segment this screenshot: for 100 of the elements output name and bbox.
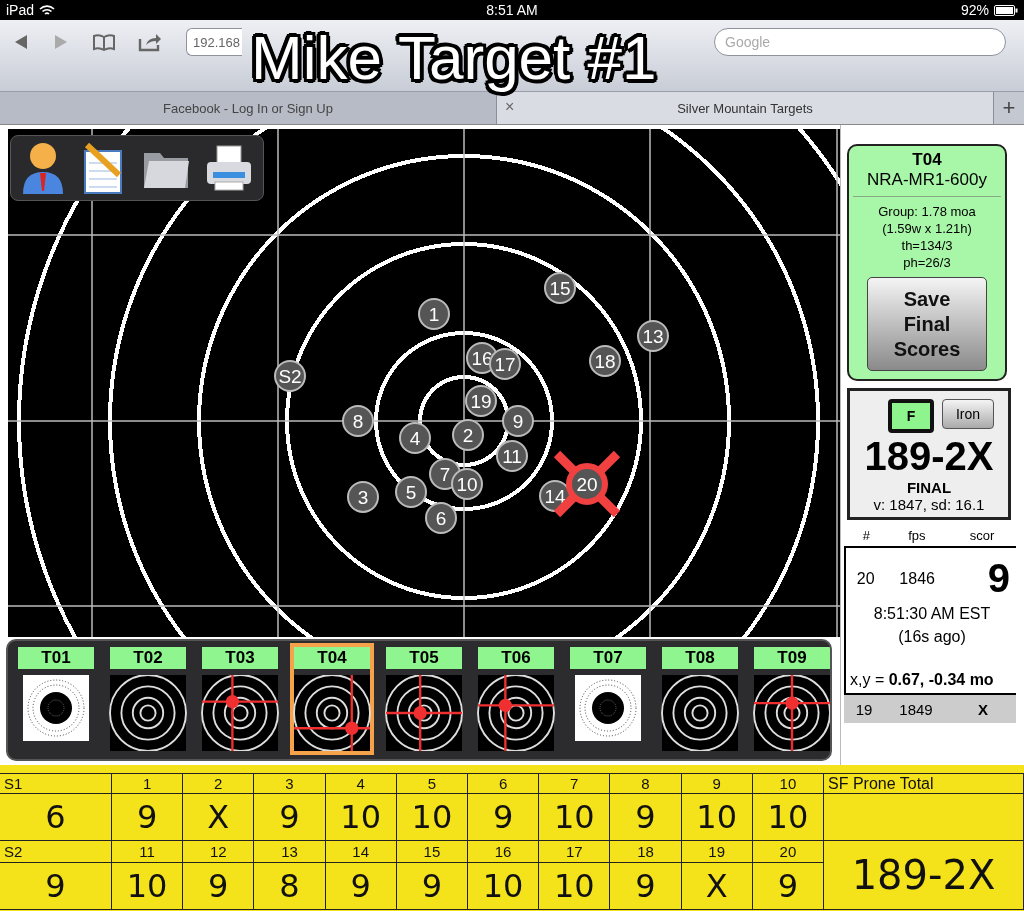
target-thumbnail[interactable]: T08	[658, 643, 742, 755]
shot-marker[interactable]: 15	[544, 272, 576, 304]
shot-number-cell: 4	[325, 774, 397, 794]
battery-icon	[994, 4, 1018, 16]
shot-age: (16s ago)	[897, 627, 967, 647]
device-name: iPad	[6, 2, 35, 18]
shot-number-cell: 6	[468, 774, 540, 794]
shot-velocity: 1849	[898, 700, 934, 718]
overlay-title: Mike Target #1	[250, 22, 658, 94]
total-score-cell: 189-2X	[824, 841, 1024, 910]
shot-number-cell: 16	[468, 841, 540, 863]
shot-score-cell: 9	[752, 863, 824, 910]
shot-score-cell: 9	[254, 794, 326, 841]
browser-tab[interactable]: Facebook - Log In or Sign Up	[0, 92, 497, 124]
sight-mode-button[interactable]: Iron	[942, 399, 994, 429]
shot-score: 9	[986, 556, 1011, 601]
group-stat: th=134/3	[900, 237, 954, 254]
shot-marker[interactable]: 20	[566, 463, 608, 505]
marked-target-icon	[292, 675, 372, 751]
shot-marker[interactable]: 4	[399, 422, 431, 454]
thumbnail-label: T01	[18, 647, 94, 669]
shot-score-cell: 10	[539, 863, 611, 910]
shot-number-cell: 17	[539, 841, 611, 863]
paper-target-icon	[23, 675, 89, 741]
shot-number: 19	[854, 700, 874, 718]
shot-score-cell: 9	[325, 863, 397, 910]
share-icon[interactable]	[138, 32, 162, 52]
search-field[interactable]: Google	[714, 28, 1006, 56]
shot-marker[interactable]: 8	[342, 405, 374, 437]
target-thumbnail[interactable]: T03	[198, 643, 282, 755]
sighter-score-cell: 6	[0, 794, 112, 841]
target-thumbnail[interactable]: T01	[14, 643, 98, 755]
shot-number-cell: 8	[610, 774, 682, 794]
shot-marker[interactable]: 19	[465, 385, 497, 417]
shot-number-cell: 3	[254, 774, 326, 794]
target-rings-icon	[108, 675, 188, 751]
shot-number-cell: 1	[112, 774, 184, 794]
total-score: 189-2X	[863, 433, 995, 479]
column-header: scor	[968, 528, 996, 545]
shot-score-cell: 10	[752, 794, 824, 841]
target-thumbnail[interactable]: T09	[750, 643, 830, 755]
string-label: S1	[0, 774, 112, 794]
shot-marker[interactable]: 5	[395, 476, 427, 508]
shot-score-cell: 10	[396, 794, 468, 841]
shot-marker[interactable]: 18	[589, 345, 621, 377]
sight-mode-button[interactable]: F	[888, 399, 934, 433]
target-thumbnail[interactable]: T04	[290, 643, 374, 755]
new-tab-button[interactable]: +	[994, 92, 1024, 124]
shot-score-cell: 10	[325, 794, 397, 841]
shot-marker[interactable]: 1	[418, 298, 450, 330]
shot-number-cell: 13	[254, 841, 326, 863]
shot-score-cell: 9	[112, 794, 184, 841]
wifi-icon	[39, 4, 56, 16]
shot-number-cell: 5	[396, 774, 468, 794]
thumbnail-label: T07	[570, 647, 646, 669]
shot-score-cell: 9	[610, 794, 682, 841]
shot-marker[interactable]: 10	[451, 468, 483, 500]
thumbnail-label: T08	[662, 647, 738, 669]
clock-time: 8:51 AM	[486, 2, 538, 18]
thumbnail-label: T02	[110, 647, 186, 669]
shot-marker[interactable]: 9	[502, 405, 534, 437]
marked-target-icon	[752, 675, 830, 751]
shot-score-cell: X	[681, 863, 753, 910]
target-thumbnail[interactable]: T02	[106, 643, 190, 755]
shot-score: X	[977, 700, 989, 718]
previous-shot-row[interactable]: 19 1849 X	[844, 695, 1016, 723]
shot-score-cell: 10	[468, 863, 540, 910]
target-thumbnail[interactable]: T05	[382, 643, 466, 755]
paper-target-icon	[575, 675, 641, 741]
shot-number-cell: 19	[681, 841, 753, 863]
shot-number-cell: 2	[183, 774, 255, 794]
shot-number-cell: 20	[752, 841, 824, 863]
shot-marker[interactable]: 6	[425, 502, 457, 534]
column-header: #	[861, 528, 872, 545]
shot-marker[interactable]: 3	[347, 481, 379, 513]
url-field[interactable]: 192.168	[186, 28, 242, 56]
shot-number: 20	[855, 569, 876, 588]
shot-number-cell: 14	[325, 841, 397, 863]
browser-tab[interactable]: × Silver Mountain Targets	[497, 92, 994, 124]
string-label: S2	[0, 841, 112, 863]
column-header: fps	[907, 528, 927, 545]
shot-marker[interactable]: 2	[452, 419, 484, 451]
shot-marker[interactable]: 11	[496, 440, 528, 472]
tab-close-button[interactable]: ×	[505, 98, 515, 116]
save-final-scores-button[interactable]: Save Final Scores	[867, 277, 987, 371]
shot-number-cell: 10	[752, 774, 824, 794]
shot-number-cell: 12	[183, 841, 255, 863]
bookmarks-book-icon[interactable]	[92, 33, 116, 51]
shot-marker[interactable]: 13	[637, 320, 669, 352]
group-stat: ph=26/3	[902, 254, 952, 271]
velocity-stats: v: 1847, sd: 16.1	[872, 496, 986, 513]
target-thumbnail[interactable]: T06	[474, 643, 558, 755]
shot-marker[interactable]: S2	[274, 360, 306, 392]
shot-score-cell: 9	[396, 863, 468, 910]
group-stat: (1.59w x 1.21h)	[881, 220, 973, 237]
group-stat: Group: 1.78 moa	[877, 203, 977, 220]
target-thumbnail[interactable]: T07	[566, 643, 650, 755]
marked-target-icon	[476, 675, 556, 751]
score-status: FINAL	[905, 479, 953, 496]
shot-number-cell: 7	[539, 774, 611, 794]
